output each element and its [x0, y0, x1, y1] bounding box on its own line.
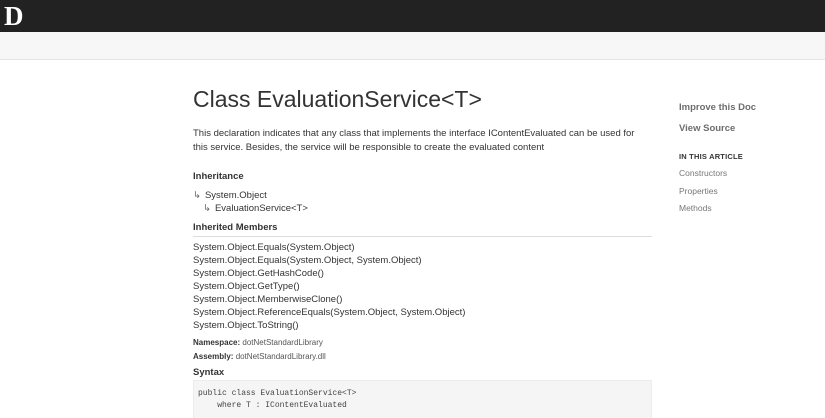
view-source-link[interactable]: View Source	[679, 123, 735, 134]
inherited-member[interactable]: System.Object.ToString()	[193, 319, 652, 332]
syntax-code-block: public class EvaluationService<T> where …	[193, 380, 652, 418]
inherited-member[interactable]: System.Object.ReferenceEquals(System.Obj…	[193, 306, 652, 319]
toc-item-methods[interactable]: Methods	[679, 203, 712, 213]
inherited-member[interactable]: System.Object.GetHashCode()	[193, 267, 652, 280]
class-summary: This declaration indicates that any clas…	[193, 128, 635, 153]
toc-item-properties[interactable]: Properties	[679, 186, 718, 196]
improve-doc-link[interactable]: Improve this Doc	[679, 102, 756, 113]
inherited-member[interactable]: System.Object.GetType()	[193, 280, 652, 293]
inheritance-heading: Inheritance	[193, 171, 244, 182]
inheritance-arrow-icon: ↳	[193, 190, 201, 201]
inherited-members-heading: Inherited Members	[193, 222, 278, 233]
namespace-label: Namespace	[193, 338, 238, 347]
inherited-member[interactable]: System.Object.Equals(System.Object, Syst…	[193, 254, 652, 267]
assembly-line: Assembly: dotNetStandardLibrary.dll	[193, 352, 326, 361]
inherited-members-list: System.Object.Equals(System.Object) Syst…	[193, 241, 652, 332]
namespace-line: Namespace: dotNetStandardLibrary	[193, 338, 323, 347]
inheritance-level-1: ↳ EvaluationService<T>	[203, 203, 308, 214]
top-navbar: D	[0, 0, 825, 32]
toc-item-constructors[interactable]: Constructors	[679, 168, 727, 178]
in-this-article-heading: IN THIS ARTICLE	[679, 152, 743, 161]
code-line: where T : IContentEvaluated	[198, 401, 347, 410]
inheritance-item: EvaluationService<T>	[214, 203, 308, 214]
inherited-member[interactable]: System.Object.MemberwiseClone()	[193, 293, 652, 306]
assembly-label: Assembly	[193, 352, 231, 361]
inheritance-level-0: ↳ System.Object	[193, 190, 267, 201]
assembly-value: dotNetStandardLibrary.dll	[235, 352, 326, 361]
page-title: Class EvaluationService<T>	[193, 86, 482, 112]
namespace-value[interactable]: dotNetStandardLibrary	[242, 338, 323, 347]
subnav-bar	[0, 32, 825, 60]
inheritance-item[interactable]: System.Object	[205, 190, 267, 201]
section-divider	[193, 236, 652, 237]
site-logo[interactable]: D	[4, 2, 30, 30]
code-line: public class EvaluationService<T>	[198, 389, 357, 398]
syntax-heading: Syntax	[193, 367, 225, 378]
inheritance-arrow-icon: ↳	[203, 203, 211, 214]
inherited-member[interactable]: System.Object.Equals(System.Object)	[193, 241, 652, 254]
